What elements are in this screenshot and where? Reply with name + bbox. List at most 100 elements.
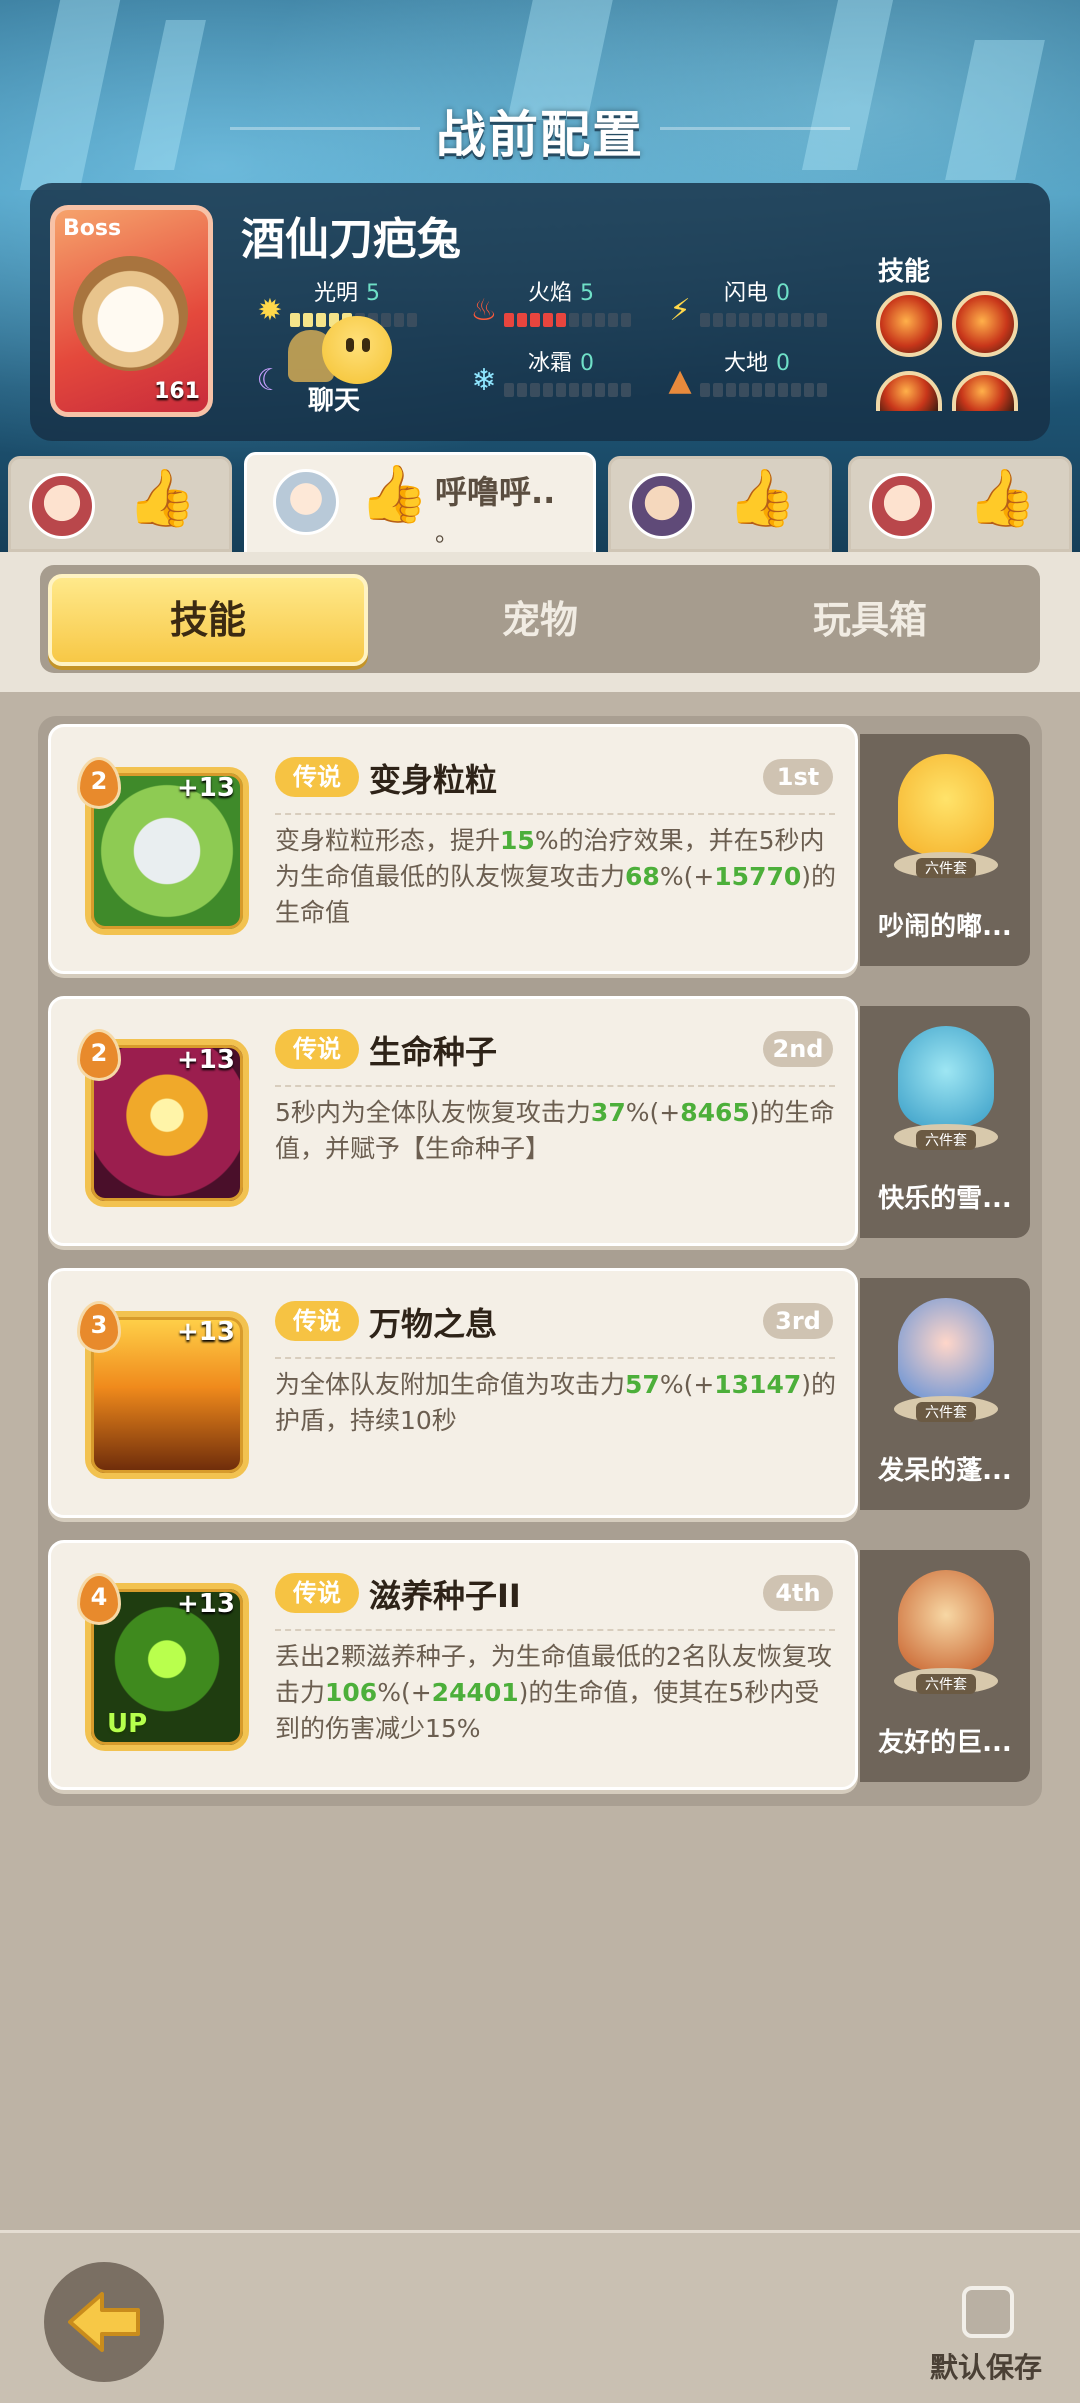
desc-highlight: 106	[325, 1678, 378, 1707]
back-arrow-icon	[68, 2292, 140, 2352]
stat-bar-segment	[407, 313, 417, 327]
desc-highlight: 57	[625, 1370, 660, 1399]
stat-bar-segment	[700, 383, 710, 397]
skill-name: 万物之息	[369, 1305, 498, 1343]
player-tab-2[interactable]: 👍 呼噜呼.. 。	[244, 452, 596, 556]
skill-card[interactable]: 2 +13 传说 生命种子 2nd 5秒内为全体队友恢复攻击力37%(+8465…	[48, 996, 858, 1246]
boss-skill-icon[interactable]	[876, 371, 942, 411]
default-save-checkbox[interactable]	[962, 2286, 1014, 2338]
desc-text: 为全体队友附加生命值为攻击力	[275, 1370, 626, 1399]
boss-skills-label: 技能	[878, 257, 931, 287]
stat-bar-segment	[739, 313, 749, 327]
stat-bar-segment	[752, 313, 762, 327]
skill-card[interactable]: 2 +13 传说 变身粒粒 1st 变身粒粒形态，提升15%的治疗效果，并在5秒…	[48, 724, 858, 974]
stat-bar	[700, 313, 827, 327]
pet-slot[interactable]: 六件套 友好的巨...	[860, 1550, 1030, 1782]
desc-highlight: 15	[500, 826, 535, 855]
stat-value: 5	[366, 281, 381, 306]
boss-skill-icon[interactable]	[876, 291, 942, 357]
boss-skill-icon[interactable]	[952, 291, 1018, 357]
pet-set-badge: 六件套	[916, 1674, 976, 1694]
pet-slot[interactable]: 六件套 快乐的雪...	[860, 1006, 1030, 1238]
thumbs-up-icon[interactable]: 👍	[127, 469, 197, 529]
skill-row[interactable]: 3 +13 传说 万物之息 3rd 为全体队友附加生命值为攻击力57%(+131…	[48, 1268, 1030, 1523]
skill-description: 为全体队友附加生命值为攻击力57%(+13147)的护盾，持续10秒	[275, 1367, 843, 1439]
stat-bar-segment	[700, 313, 710, 327]
player-tab-1[interactable]: 👍	[8, 456, 232, 552]
skill-level: 3	[77, 1301, 121, 1353]
stat-bar-segment	[791, 313, 801, 327]
stat-value: 5	[580, 281, 595, 306]
tab-skills[interactable]: 技能	[48, 574, 368, 666]
back-button[interactable]	[44, 2262, 164, 2382]
skill-card[interactable]: 4 +13 UP 传说 滋养种子II 4th 丢出2颗滋养种子，为生命值最低的2…	[48, 1540, 858, 1790]
stat-bar-segment	[316, 313, 326, 327]
stat-bar	[504, 383, 631, 397]
skill-plus: +13	[177, 1589, 235, 1619]
stat-bar-segment	[765, 383, 775, 397]
skill-name: 滋养种子II	[369, 1577, 521, 1615]
rarity-badge: 传说	[275, 1029, 359, 1069]
desc-highlight: 15770	[714, 862, 802, 891]
boss-tag: Boss	[63, 216, 122, 241]
stat-bar-segment	[713, 383, 723, 397]
rarity-badge: 传说	[275, 1301, 359, 1341]
stat-bar-segment	[739, 383, 749, 397]
rarity-badge: 传说	[275, 1573, 359, 1613]
skill-row[interactable]: 2 +13 传说 变身粒粒 1st 变身粒粒形态，提升15%的治疗效果，并在5秒…	[48, 724, 1030, 979]
pet-slot[interactable]: 六件套 吵闹的嘟...	[860, 734, 1030, 966]
desc-highlight: 13147	[714, 1370, 802, 1399]
player-tab-4[interactable]: 👍	[848, 456, 1072, 552]
thumbs-up-icon[interactable]: 👍	[359, 465, 429, 525]
skill-plus: +13	[177, 1317, 235, 1347]
desc-text: 变身粒粒形态，提升	[275, 826, 501, 855]
boss-skill-icon[interactable]	[952, 371, 1018, 411]
skill-row[interactable]: 4 +13 UP 传说 滋养种子II 4th 丢出2颗滋养种子，为生命值最低的2…	[48, 1540, 1030, 1795]
skill-row[interactable]: 2 +13 传说 生命种子 2nd 5秒内为全体队友恢复攻击力37%(+8465…	[48, 996, 1030, 1251]
stat-frost: ❄ 冰霜 0	[466, 345, 646, 405]
chat-button[interactable]: 聊天	[308, 380, 360, 417]
skill-rank: 3rd	[763, 1303, 833, 1339]
thumbs-up-icon[interactable]: 👍	[727, 469, 797, 529]
skill-name: 变身粒粒	[369, 761, 498, 799]
stat-bar-segment	[804, 313, 814, 327]
skill-rank: 2nd	[763, 1031, 833, 1067]
stat-bar-segment	[817, 383, 827, 397]
tab-pets[interactable]: 宠物	[380, 574, 700, 666]
boss-portrait[interactable]: Boss 161	[50, 205, 213, 417]
desc-highlight: 68	[625, 862, 660, 891]
stat-label: 大地	[724, 351, 769, 376]
stat-bar-segment	[290, 313, 300, 327]
stat-bar-segment	[556, 383, 566, 397]
stat-value: 0	[776, 281, 791, 306]
stat-bar-segment	[765, 313, 775, 327]
player-tab-3[interactable]: 👍	[608, 456, 832, 552]
default-save-label: 默认保存	[930, 2351, 1043, 2384]
stat-bar-segment	[752, 383, 762, 397]
boss-level: 161	[154, 379, 200, 404]
desc-text: %(+	[377, 1678, 432, 1707]
smile-emoji-icon[interactable]	[322, 316, 392, 384]
stat-bar-segment	[530, 313, 540, 327]
desc-highlight: 8465	[680, 1098, 750, 1127]
tab-toybox[interactable]: 玩具箱	[710, 574, 1030, 666]
stat-bar-segment	[817, 313, 827, 327]
player-name-extra: 。	[435, 519, 459, 547]
player-avatar	[869, 473, 935, 539]
stat-bar-segment	[517, 383, 527, 397]
skill-description: 丢出2颗滋养种子，为生命值最低的2名队友恢复攻击力106%(+24401)的生命…	[275, 1639, 843, 1747]
stat-bar-segment	[530, 383, 540, 397]
pet-name: 吵闹的嘟...	[878, 912, 1012, 942]
skill-card[interactable]: 3 +13 传说 万物之息 3rd 为全体队友附加生命值为攻击力57%(+131…	[48, 1268, 858, 1518]
pet-slot[interactable]: 六件套 发呆的蓬...	[860, 1278, 1030, 1510]
stat-label: 火焰	[528, 281, 573, 306]
stat-bar-segment	[726, 313, 736, 327]
stat-bar-segment	[556, 313, 566, 327]
thumbs-up-icon[interactable]: 👍	[967, 469, 1037, 529]
stat-bar-segment	[595, 383, 605, 397]
stat-value: 0	[580, 351, 595, 376]
page-title: 战前配置	[436, 106, 644, 164]
stat-label: 光明	[314, 281, 359, 306]
stat-fire: ♨ 火焰 5	[466, 275, 646, 335]
desc-text: %(+	[625, 1098, 681, 1127]
